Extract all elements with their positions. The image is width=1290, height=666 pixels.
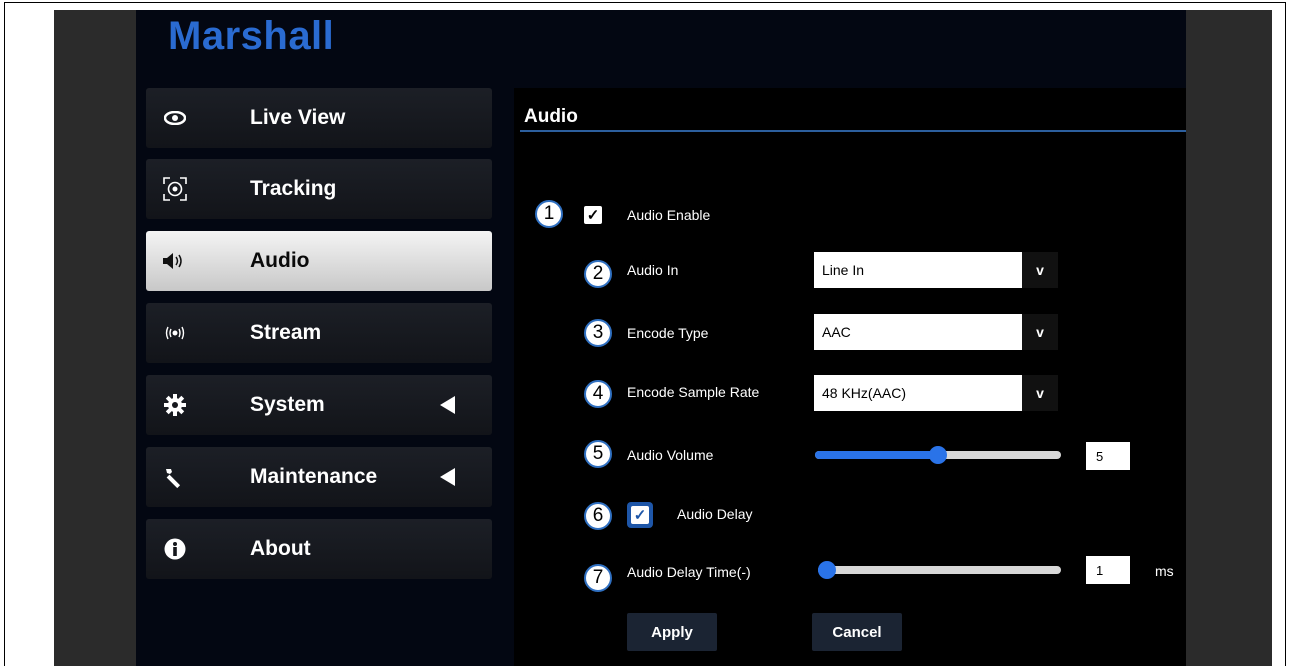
expand-arrow-icon: [440, 468, 455, 486]
encode-sample-rate-select[interactable]: 48 KHz(AAC) v: [814, 375, 1058, 411]
chevron-down-icon[interactable]: v: [1022, 252, 1058, 288]
slider-thumb[interactable]: [929, 446, 947, 464]
sidebar-item-stream[interactable]: Stream: [146, 303, 492, 363]
checkmark-icon: ✓: [586, 207, 600, 224]
brand-logo: Marshall: [168, 14, 335, 58]
audio-volume-value-field[interactable]: 5: [1086, 442, 1130, 470]
encode-type-value: AAC: [822, 324, 851, 340]
sidebar-item-about[interactable]: About: [146, 519, 492, 579]
slider-thumb[interactable]: [818, 561, 836, 579]
callout-badge-3: 3: [584, 319, 612, 347]
checkmark-icon: ✓: [631, 506, 649, 524]
audio-enable-checkbox[interactable]: ✓: [584, 206, 602, 224]
chevron-down-icon[interactable]: v: [1022, 314, 1058, 350]
slider-fill: [815, 451, 938, 459]
callout-badge-4: 4: [584, 380, 612, 408]
delay-unit-label: ms: [1155, 563, 1174, 579]
audio-volume-slider[interactable]: [815, 446, 1061, 464]
gear-icon: [158, 388, 192, 422]
audio-delay-time-value-field[interactable]: 1: [1086, 556, 1130, 584]
page-title: Audio: [524, 106, 578, 127]
sidebar-item-audio[interactable]: Audio: [146, 231, 492, 291]
eye-icon: [158, 101, 192, 135]
encode-sample-rate-label: Encode Sample Rate: [627, 384, 760, 400]
audio-delay-checkbox[interactable]: ✓: [627, 502, 653, 528]
chevron-down-icon[interactable]: v: [1022, 375, 1058, 411]
audio-in-select[interactable]: Line In v: [814, 252, 1058, 288]
callout-badge-2: 2: [584, 260, 612, 288]
audio-in-label: Audio In: [627, 262, 679, 278]
sidebar-item-label: Tracking: [250, 177, 337, 200]
audio-delay-time-label: Audio Delay Time(-): [627, 564, 751, 580]
tracking-target-icon: [158, 172, 192, 206]
cancel-button[interactable]: Cancel: [812, 613, 902, 651]
sidebar-item-label: About: [250, 537, 311, 560]
audio-delay-label: Audio Delay: [677, 506, 753, 522]
encode-sample-rate-value: 48 KHz(AAC): [822, 385, 907, 401]
title-divider: [520, 130, 1186, 132]
wrench-icon: [158, 460, 192, 494]
sidebar-item-label: Live View: [250, 106, 346, 129]
sidebar-item-label: Stream: [250, 321, 322, 344]
audio-enable-label: Audio Enable: [627, 207, 711, 223]
callout-badge-1: 1: [535, 200, 563, 228]
sidebar-item-label: Maintenance: [250, 465, 378, 488]
encode-type-label: Encode Type: [627, 325, 709, 341]
callout-badge-6: 6: [584, 502, 612, 530]
callout-badge-5: 5: [584, 440, 612, 468]
sidebar-item-live-view[interactable]: Live View: [146, 88, 492, 148]
sidebar-item-tracking[interactable]: Tracking: [146, 159, 492, 219]
callout-badge-7: 7: [584, 564, 612, 592]
speaker-icon: [158, 244, 192, 278]
sidebar-item-maintenance[interactable]: Maintenance: [146, 447, 492, 507]
sidebar-item-label: System: [250, 393, 325, 416]
broadcast-icon: [158, 316, 192, 350]
info-icon: [158, 532, 192, 566]
expand-arrow-icon: [440, 396, 455, 414]
sidebar-item-system[interactable]: System: [146, 375, 492, 435]
audio-volume-label: Audio Volume: [627, 447, 714, 463]
encode-type-select[interactable]: AAC v: [814, 314, 1058, 350]
sidebar-item-label: Audio: [250, 249, 310, 272]
audio-in-value: Line In: [822, 262, 865, 278]
audio-delay-time-slider[interactable]: [818, 561, 1061, 579]
apply-button[interactable]: Apply: [627, 613, 717, 651]
